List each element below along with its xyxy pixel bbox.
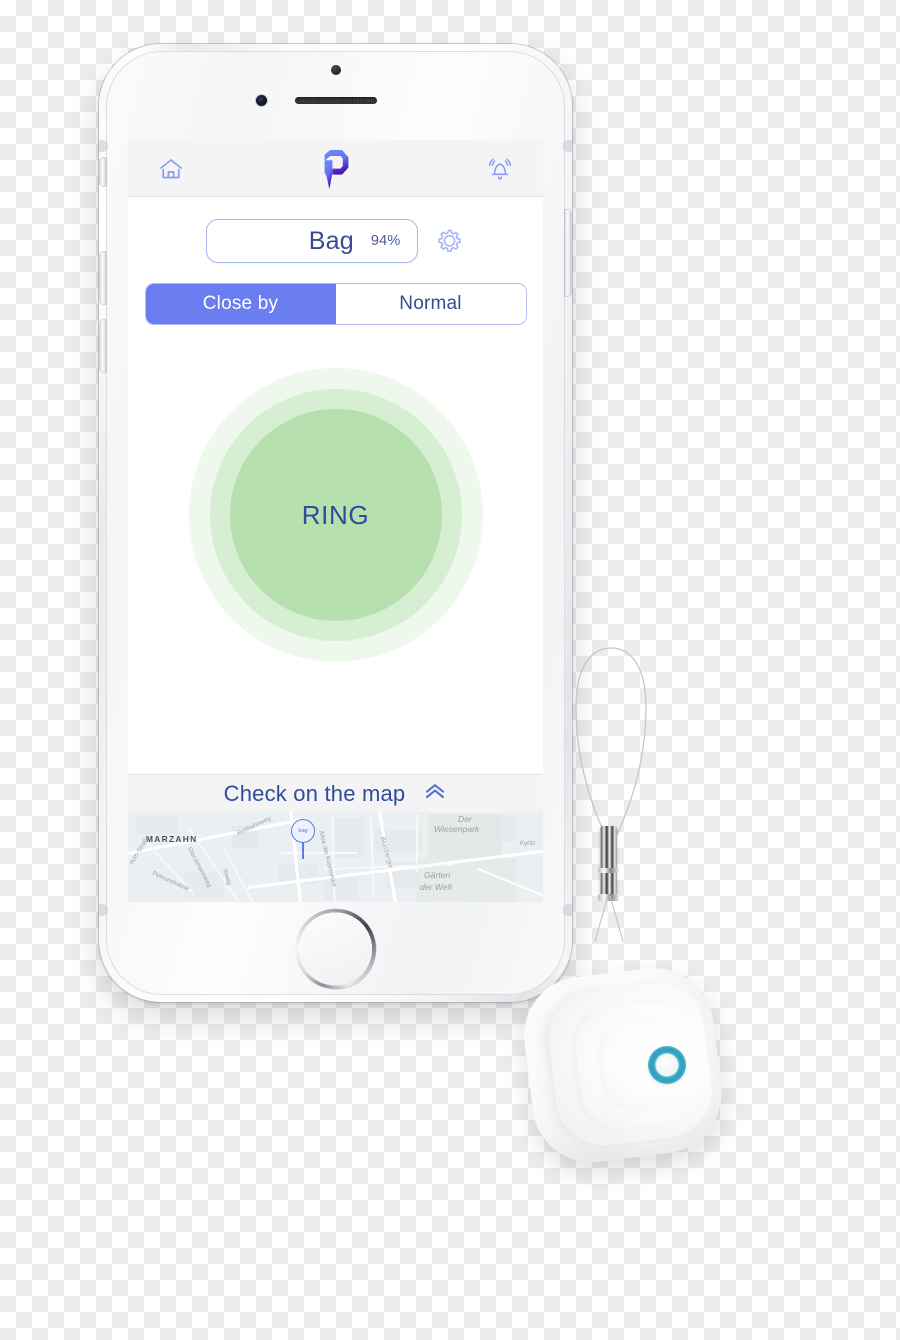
segment-normal[interactable]: Normal [335, 284, 526, 324]
mute-switch[interactable] [100, 158, 106, 186]
map-label-park: Der [458, 814, 472, 824]
phone-screen: Bag 94% Close by Normal RING Check on th… [128, 140, 543, 902]
segment-close-by[interactable]: Close by [145, 284, 336, 324]
volume-up-button[interactable] [100, 252, 106, 304]
front-camera [255, 95, 267, 106]
phone-device: Bag 94% Close by Normal RING Check on th… [99, 44, 572, 1002]
app-logo-icon [314, 145, 358, 193]
double-chevron-up-icon[interactable] [423, 782, 447, 805]
ring-button[interactable]: RING [188, 368, 483, 662]
device-selector-chip[interactable]: Bag 94% [205, 219, 418, 263]
tracker-led-ring[interactable] [648, 1046, 686, 1084]
home-button[interactable] [298, 912, 373, 986]
map-marker-bag[interactable]: bag [291, 819, 315, 859]
tracker-body [514, 961, 730, 1178]
power-button[interactable] [565, 210, 571, 296]
antenna-band-left-bottom [99, 904, 108, 916]
map-marker-label: bag [298, 828, 308, 834]
ring-button-area: RING [128, 325, 543, 705]
gear-icon[interactable] [432, 224, 466, 258]
map-label-park: Gärten [424, 870, 451, 880]
map-label-park: Wiesenpark [434, 824, 480, 834]
ring-button-label: RING [301, 499, 370, 530]
earpiece-speaker [294, 97, 377, 104]
proximity-sensor [330, 65, 341, 75]
map-label-town: MARZAHN [146, 834, 198, 844]
device-battery-label: 94% [370, 233, 401, 249]
home-icon[interactable] [154, 152, 188, 186]
volume-down-button[interactable] [100, 320, 106, 372]
map-label-park: der Welt [420, 882, 452, 892]
app-topbar [128, 140, 543, 197]
lanyard-clasp [598, 826, 619, 901]
ringing-bell-icon[interactable] [483, 152, 517, 186]
map-header-bar[interactable]: Check on the map [128, 774, 543, 812]
device-name-label: Bag [308, 226, 354, 255]
map-canvas[interactable]: MARZAHN Rebhuhnweg Sterckmannweg Pekruns… [128, 812, 543, 902]
antenna-band-right-top [563, 140, 572, 152]
map-header-label: Check on the map [223, 780, 406, 806]
lanyard-tail [593, 895, 625, 943]
bluetooth-tracker-device [514, 646, 744, 1188]
device-selector-row: Bag 94% [128, 219, 543, 263]
map-marker-pin: bag [291, 819, 315, 843]
antenna-band-left-top [99, 140, 108, 152]
map-section: Check on the map MARZAHN Rebhuhnweg Ster… [128, 774, 543, 902]
map-marker-stem [302, 842, 304, 859]
range-mode-segmented-control[interactable]: Close by Normal [144, 283, 527, 325]
